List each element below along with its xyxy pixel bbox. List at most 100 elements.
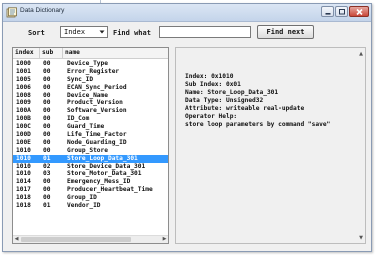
list-item[interactable]: 1001 00 Error_Register	[13, 68, 168, 76]
detail-name: Name: Store_Loop_Data_301	[185, 89, 279, 96]
list-item-selected[interactable]: 1010 01 Store_Loop_Data_301	[13, 154, 168, 163]
list-cell-sub: 02	[43, 162, 51, 170]
column-header-index[interactable]: index	[13, 48, 40, 58]
list-cell-sub: 00	[43, 60, 51, 67]
close-button[interactable]	[349, 6, 369, 17]
list-cell-index: 1006	[16, 83, 31, 91]
list-cell-name: Store_Device_Data_301	[67, 162, 146, 170]
list-cell-name: Sync_ID	[67, 75, 94, 83]
list-item[interactable]: 1018 00 Group_ID	[13, 194, 168, 202]
list-cell-sub: 00	[43, 178, 51, 186]
list-cell-name: Node_Guarding_ID	[67, 138, 127, 146]
list-item[interactable]: 100C 00 Guard_Time	[13, 123, 168, 131]
list-cell-sub: 03	[43, 170, 51, 178]
data-dictionary-icon	[6, 7, 17, 18]
list-cell-index: 1018	[16, 202, 31, 210]
list-cell-name: Group_Store	[67, 146, 108, 154]
list-cell-index: 100D	[16, 131, 31, 139]
maximize-button[interactable]	[335, 6, 348, 17]
list-cell-sub: 00	[43, 146, 51, 154]
list-cell-index: 1010	[16, 162, 31, 170]
detail-sub-index: Sub Index: 0x01	[185, 81, 241, 88]
list-item[interactable]: 1010 00 Group_Store	[13, 147, 168, 155]
list-cell-sub: 00	[43, 194, 51, 202]
list-cell-name: Software_Version	[67, 107, 127, 115]
data-dictionary-window: Data Dictionary Sort Index Find what Fin…	[2, 3, 372, 252]
list-cell-name: Store_Motor_Data_301	[67, 170, 142, 178]
list-cell-sub: 00	[43, 138, 51, 146]
find-what-label: Find what	[113, 29, 151, 37]
list-cell-index: 1009	[16, 99, 31, 107]
chevron-down-icon[interactable]	[97, 27, 107, 37]
list-cell-index: 100A	[16, 107, 31, 115]
list-cell-sub: 00	[43, 186, 51, 194]
title-bar[interactable]: Data Dictionary	[3, 4, 371, 22]
minimize-button[interactable]	[321, 6, 334, 17]
list-cell-sub: 00	[43, 67, 51, 75]
list-cell-sub: 01	[43, 154, 51, 162]
list-cell-name: Guard_Time	[67, 123, 105, 131]
list-cell-index: 1010	[16, 146, 31, 154]
list-cell-name: Producer_Heartbeat_Time	[67, 186, 153, 194]
list-item[interactable]: 1017 00 Producer_Heartbeat_Time	[13, 186, 168, 194]
sort-label: Sort	[28, 29, 45, 37]
list-item[interactable]: 100A 00 Software_Version	[13, 107, 168, 115]
list-rows: 1000 00 Device_Type 1001 00 Error_Register 100…	[13, 60, 168, 210]
maximize-icon	[339, 9, 345, 15]
list-cell-name: Error_Register	[67, 67, 120, 75]
list-cell-sub: 00	[43, 131, 51, 139]
list-item[interactable]: 1006 00 ECAN_Sync_Period	[13, 84, 168, 92]
list-cell-index: 1010	[16, 154, 31, 162]
list-cell-index: 1005	[16, 75, 31, 83]
scroll-down-icon[interactable]: ▼	[359, 235, 363, 241]
list-cell-index: 1014	[16, 178, 31, 186]
list-header: index sub name	[13, 48, 168, 59]
scroll-right-icon[interactable]: ▶	[161, 236, 168, 243]
list-cell-sub: 00	[43, 83, 51, 91]
list-cell-name: Device_Type	[67, 60, 108, 67]
list-cell-sub: 00	[43, 75, 51, 83]
list-item[interactable]: 100B 00 ID_Com	[13, 115, 168, 123]
list-item[interactable]: 1005 00 Sync_ID	[13, 76, 168, 84]
list-item[interactable]: 1010 03 Store_Motor_Data_301	[13, 170, 168, 178]
list-cell-index: 1000	[16, 60, 31, 67]
list-item[interactable]: 1000 00 Device_Type	[13, 60, 168, 68]
window-title: Data Dictionary	[20, 7, 65, 14]
list-cell-index: 1017	[16, 186, 31, 194]
scroll-left-icon[interactable]: ◀	[13, 236, 20, 243]
detail-help-label: Operator Help:	[185, 113, 238, 120]
list-item[interactable]: 1018 01 Vendor_ID	[13, 202, 168, 210]
detail-help-text: store loop parameters by command "save"	[185, 121, 331, 128]
find-next-button[interactable]: Find next	[257, 25, 314, 39]
find-what-input[interactable]	[159, 26, 251, 38]
object-list[interactable]: index sub name 1000 00 Device_Type 1001 00 Er…	[12, 47, 169, 244]
column-header-name[interactable]: name	[63, 48, 168, 58]
detail-panel: ▲ Index: 0x1010 Sub Index: 0x01 Name: St…	[175, 47, 366, 244]
list-item[interactable]: 1010 02 Store_Device_Data_301	[13, 163, 168, 171]
horizontal-scrollbar[interactable]: ◀ ▶	[13, 235, 168, 243]
list-cell-index: 1008	[16, 91, 31, 99]
detail-attribute: Attribute: writeable real-update	[185, 105, 305, 112]
column-header-sub[interactable]: sub	[40, 48, 63, 58]
list-cell-name: Group_ID	[67, 194, 97, 202]
list-cell-index: 100C	[16, 123, 31, 131]
scrollbar-thumb[interactable]	[21, 237, 131, 242]
list-item[interactable]: 100D 00 Life_Time_Factor	[13, 131, 168, 139]
close-icon	[356, 8, 363, 16]
sort-dropdown[interactable]: Index	[60, 26, 108, 38]
list-cell-sub: 00	[43, 99, 51, 107]
list-cell-index: 1001	[16, 67, 31, 75]
list-cell-name: Vendor_ID	[67, 202, 101, 210]
list-cell-index: 1010	[16, 170, 31, 178]
list-cell-index: 100E	[16, 138, 31, 146]
list-cell-index: 1018	[16, 194, 31, 202]
list-cell-sub: 00	[43, 115, 51, 123]
list-item[interactable]: 100E 00 Node_Guarding_ID	[13, 139, 168, 147]
sort-value: Index	[64, 28, 86, 36]
list-cell-index: 100B	[16, 115, 31, 123]
list-cell-name: Life_Time_Factor	[67, 131, 127, 139]
list-cell-name: ID_Com	[67, 115, 90, 123]
list-cell-name: Store_Loop_Data_301	[67, 154, 138, 162]
scroll-up-icon[interactable]: ▲	[359, 51, 363, 57]
list-cell-name: ECAN_Sync_Period	[67, 83, 127, 91]
